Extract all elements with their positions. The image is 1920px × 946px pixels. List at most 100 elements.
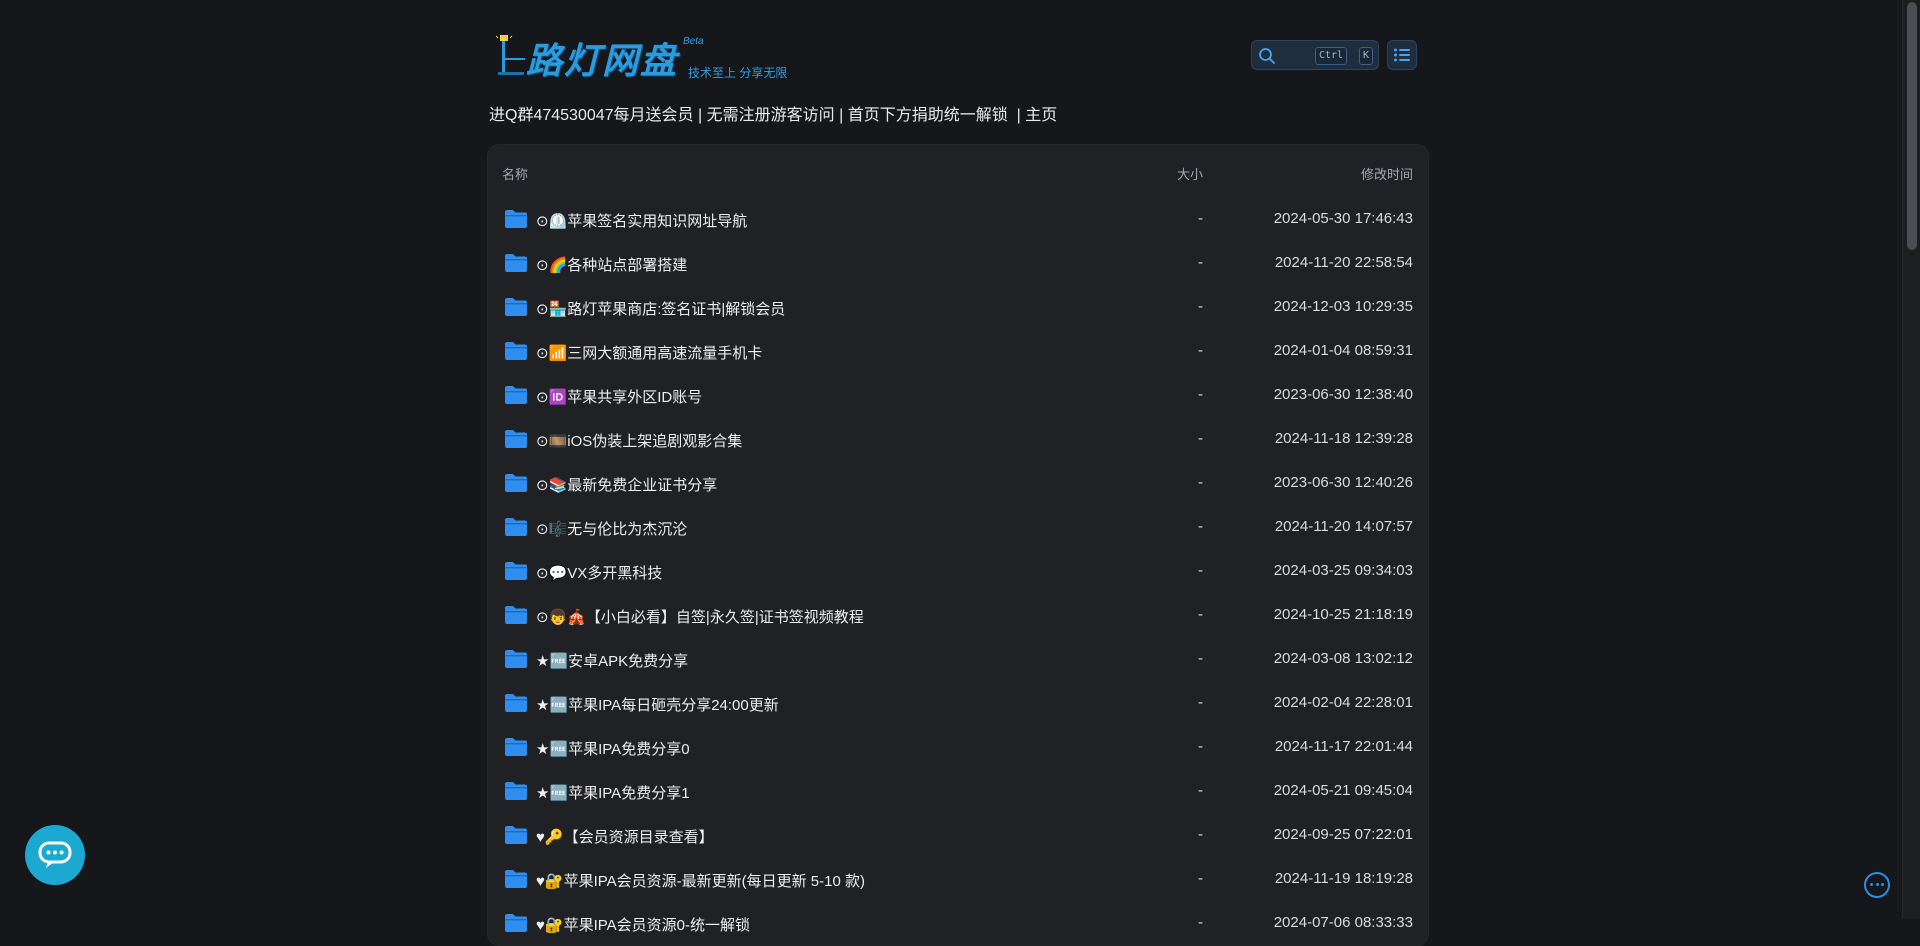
notice-separator: | [1012, 107, 1026, 124]
notice-item-guest[interactable]: 无需注册游客访问 [707, 107, 835, 124]
file-size: - [1198, 914, 1203, 931]
table-row[interactable]: ♥🔐苹果IPA会员资源0-统一解锁 - 2024-07-06 08:33:33 [488, 901, 1428, 945]
folder-icon [504, 605, 528, 630]
file-size: - [1198, 298, 1203, 315]
file-size: - [1198, 738, 1203, 755]
folder-icon [504, 561, 528, 586]
street-lamp-icon [496, 35, 525, 75]
search-icon [1259, 48, 1275, 64]
file-name[interactable]: ⊙👦🎪【小白必看】自签|永久签|证书签视频教程 [536, 606, 864, 627]
file-name[interactable]: ★🆓苹果IPA免费分享1 [536, 782, 690, 803]
table-row[interactable]: ★🆓安卓APK免费分享 - 2024-03-08 13:02:12 [488, 637, 1428, 681]
table-row[interactable]: ♥🔑【会员资源目录查看】 - 2024-09-25 07:22:01 [488, 813, 1428, 857]
file-modified-time: 2024-09-25 07:22:01 [1273, 826, 1413, 843]
file-name[interactable]: ⊙🎼无与伦比为杰沉沦 [536, 518, 687, 539]
search-button[interactable]: Ctrl K [1251, 40, 1379, 70]
file-size: - [1198, 518, 1203, 535]
table-row[interactable]: ⊙📚最新免费企业证书分享 - 2023-06-30 12:40:26 [488, 461, 1428, 505]
file-modified-time: 2024-03-25 09:34:03 [1273, 562, 1413, 579]
chat-bubble-icon [38, 841, 72, 868]
file-modified-time: 2024-11-20 14:07:57 [1274, 518, 1413, 535]
table-row[interactable]: ⊙👦🎪【小白必看】自签|永久签|证书签视频教程 - 2024-10-25 21:18… [488, 593, 1428, 637]
more-dot [1881, 883, 1884, 886]
notice-item-home[interactable]: 主页 [1025, 107, 1057, 124]
folder-icon [504, 913, 528, 938]
file-name[interactable]: ⊙📚最新免费企业证书分享 [536, 474, 717, 495]
column-header-modified[interactable]: 修改时间 [1361, 164, 1413, 183]
file-name[interactable]: ⊙🏪路灯苹果商店:签名证书|解锁会员 [536, 298, 785, 319]
file-name[interactable]: ⊙⏲️苹果签名实用知识网址导航 [536, 210, 747, 231]
more-options-button[interactable] [1864, 872, 1890, 898]
file-name[interactable]: ♥🔐苹果IPA会员资源-最新更新(每日更新 5-10 款) [536, 870, 865, 891]
file-modified-time: 2024-07-06 08:33:33 [1273, 914, 1413, 931]
table-row[interactable]: ⊙⏲️苹果签名实用知识网址导航 - 2024-05-30 17:46:43 [488, 197, 1428, 241]
file-modified-time: 2024-01-04 08:59:31 [1273, 342, 1413, 359]
table-row[interactable]: ★🆓苹果IPA免费分享1 - 2024-05-21 09:45:04 [488, 769, 1428, 813]
file-name[interactable]: ★🆓苹果IPA每日砸壳分享24:00更新 [536, 694, 779, 715]
table-row[interactable]: ⊙🎼无与伦比为杰沉沦 - 2024-11-20 14:07:57 [488, 505, 1428, 549]
ctrl-key-hint: Ctrl [1315, 47, 1348, 65]
file-modified-time: 2023-06-30 12:38:40 [1273, 386, 1413, 403]
file-modified-time: 2024-11-20 22:58:54 [1274, 254, 1413, 271]
table-row[interactable]: ⊙🎞️iOS伪装上架追剧观影合集 - 2024-11-18 12:39:28 [488, 417, 1428, 461]
site-logo[interactable]: 路灯网盘 Beta 技术至上 分享无限 [492, 28, 792, 84]
file-size: - [1198, 870, 1203, 887]
table-row[interactable]: ⊙🌈各种站点部署搭建 - 2024-11-20 22:58:54 [488, 241, 1428, 285]
list-icon [1394, 48, 1410, 62]
file-name[interactable]: ♥🔐苹果IPA会员资源0-统一解锁 [536, 914, 750, 935]
file-size: - [1198, 782, 1203, 799]
file-name[interactable]: ⊙🎞️iOS伪装上架追剧观影合集 [536, 430, 742, 451]
table-row[interactable]: ⊙🏪路灯苹果商店:签名证书|解锁会员 - 2024-12-03 10:29:35 [488, 285, 1428, 329]
table-row[interactable]: ★🆓苹果IPA免费分享0 - 2024-11-17 22:01:44 [488, 725, 1428, 769]
notice-separator: | [839, 107, 848, 124]
folder-icon [504, 209, 528, 234]
notice-item-donate[interactable]: 首页下方捐助统一解锁 [848, 107, 1008, 124]
file-size: - [1198, 474, 1203, 491]
scrollbar-thumb[interactable] [1907, 2, 1917, 250]
more-dots-icon [1870, 883, 1873, 886]
file-list: ⊙⏲️苹果签名实用知识网址导航 - 2024-05-30 17:46:43 ⊙🌈各种站… [488, 197, 1428, 945]
file-name[interactable]: ⊙🌈各种站点部署搭建 [536, 254, 687, 275]
file-modified-time: 2024-03-08 13:02:12 [1273, 650, 1413, 667]
folder-icon [504, 781, 528, 806]
file-name[interactable]: ★🆓安卓APK免费分享 [536, 650, 688, 671]
scrollbar[interactable] [1902, 0, 1920, 919]
file-size: - [1198, 254, 1203, 271]
folder-icon [504, 429, 528, 454]
notice-bar: 进Q群474530047每月送会员 | 无需注册游客访问 | 首页下方捐助统一解… [489, 101, 1057, 125]
folder-icon [504, 385, 528, 410]
file-size: - [1198, 606, 1203, 623]
file-size: - [1198, 650, 1203, 667]
file-size: - [1198, 826, 1203, 843]
file-name[interactable]: ⊙🆔苹果共享外区ID账号 [536, 386, 702, 407]
file-modified-time: 2023-06-30 12:40:26 [1273, 474, 1413, 491]
more-dot [1875, 883, 1879, 886]
table-row[interactable]: ★🆓苹果IPA每日砸壳分享24:00更新 - 2024-02-04 22:28:01 [488, 681, 1428, 725]
table-row[interactable]: ♥🔐苹果IPA会员资源-最新更新(每日更新 5-10 款) - 2024-11-19… [488, 857, 1428, 901]
folder-icon [504, 649, 528, 674]
table-row[interactable]: ⊙📶三网大额通用高速流量手机卡 - 2024-01-04 08:59:31 [488, 329, 1428, 373]
header: 路灯网盘 Beta 技术至上 分享无限 Ctrl K [487, 0, 1427, 90]
beta-badge: Beta [683, 36, 704, 47]
notice-separator: | [698, 107, 707, 124]
file-list-panel: 名称 大小 修改时间 ⊙⏲️苹果签名实用知识网址导航 - 2024-05-30 17… [487, 144, 1429, 946]
notice-item-qq-group[interactable]: 进Q群474530047每月送会员 [489, 107, 694, 124]
file-name[interactable]: ★🆓苹果IPA免费分享0 [536, 738, 690, 759]
file-modified-time: 2024-12-03 10:29:35 [1273, 298, 1413, 315]
table-row[interactable]: ⊙💬VX多开黑科技 - 2024-03-25 09:34:03 [488, 549, 1428, 593]
folder-icon [504, 253, 528, 278]
file-name[interactable]: ⊙💬VX多开黑科技 [536, 562, 662, 583]
chat-button[interactable] [25, 825, 85, 885]
file-name[interactable]: ♥🔑【会员资源目录查看】 [536, 826, 714, 847]
file-size: - [1198, 342, 1203, 359]
folder-icon [504, 693, 528, 718]
file-name[interactable]: ⊙📶三网大额通用高速流量手机卡 [536, 342, 762, 363]
folder-icon [504, 341, 528, 366]
column-header-name[interactable]: 名称 [502, 164, 528, 183]
column-header-size[interactable]: 大小 [1083, 164, 1203, 183]
table-row[interactable]: ⊙🆔苹果共享外区ID账号 - 2023-06-30 12:38:40 [488, 373, 1428, 417]
layout-toggle-button[interactable] [1387, 40, 1417, 70]
logo-text: 路灯网盘 [526, 41, 679, 82]
file-modified-time: 2024-05-21 09:45:04 [1273, 782, 1413, 799]
file-modified-time: 2024-11-19 18:19:28 [1274, 870, 1413, 887]
